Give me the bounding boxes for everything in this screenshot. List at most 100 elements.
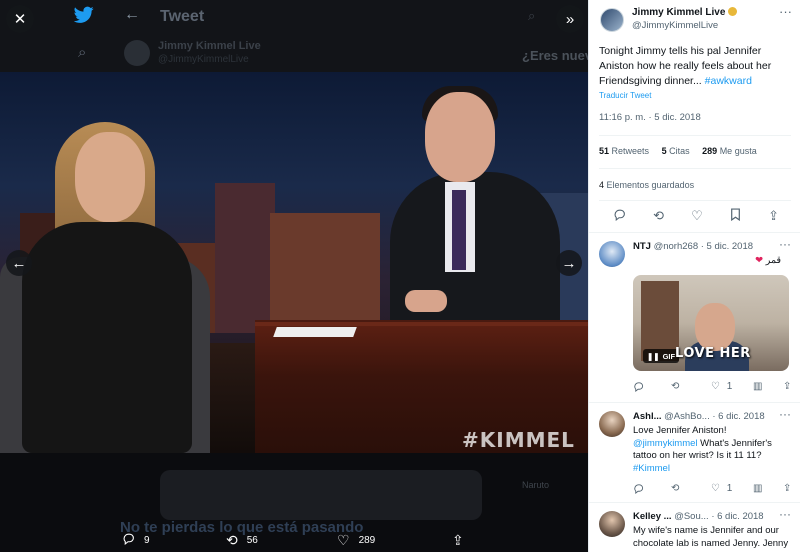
next-image-button[interactable]: → — [556, 250, 582, 276]
reply-text: Love Jennifer Aniston! @jimmykimmel What… — [633, 425, 795, 475]
background-author-name: Jimmy Kimmel Live — [158, 40, 261, 52]
reply-author-name[interactable]: NTJ — [633, 241, 651, 252]
like-button[interactable]: ♡ 1 — [711, 381, 732, 392]
reply-tweet[interactable]: Kelley ... @Sou... · 6 dic. 2018 ··· My … — [589, 502, 800, 552]
heart-icon: ♡ — [337, 531, 350, 548]
previous-image-button[interactable]: ← — [6, 250, 32, 276]
reply-avatar[interactable] — [599, 411, 625, 437]
reply-gif[interactable]: ❚❚ GIF LOVE HER — [633, 275, 789, 371]
share-icon: ⇪ — [768, 208, 779, 223]
more-options-icon[interactable]: ··· — [779, 407, 791, 421]
reply-body: قمر — [765, 255, 781, 266]
reply-date[interactable]: · 5 dic. 2018 — [701, 241, 753, 252]
reply-date[interactable]: · 6 dic. 2018 — [712, 411, 764, 422]
author-handle[interactable]: @JimmyKimmelLive — [632, 20, 718, 31]
reply-author-handle[interactable]: @norh268 — [654, 241, 699, 252]
quotes-stat[interactable]: 5 Citas — [662, 146, 690, 156]
translate-tweet-link[interactable]: Traducir Tweet — [599, 91, 651, 100]
photo-watermark: #KIMMEL — [462, 428, 575, 452]
hashtag-link[interactable]: #Kimmel — [633, 463, 670, 474]
background-trend: Naruto — [522, 480, 550, 490]
share-icon: ⇪ — [452, 531, 464, 548]
media-retweet-count: 56 — [246, 534, 258, 546]
divider — [599, 200, 791, 201]
reply-author-handle[interactable]: @Sou... — [674, 511, 708, 522]
retweet-button[interactable]: ⟲ — [671, 381, 679, 392]
chevrons-right-icon: » — [565, 10, 575, 28]
divider — [599, 168, 791, 169]
views-button[interactable]: ▥ — [753, 381, 762, 392]
share-button[interactable]: ⇪ — [768, 208, 779, 224]
reply-author-name[interactable]: Ashl... — [633, 411, 662, 422]
like-button[interactable]: ♡ 1 — [711, 483, 732, 494]
share-icon: ⇪ — [783, 483, 792, 494]
reply-header: Kelley ... @Sou... · 6 dic. 2018 — [633, 511, 764, 522]
pause-icon: ❚❚ — [647, 351, 660, 361]
tweet-timestamp[interactable]: 11:16 p. m. · 5 dic. 2018 — [599, 112, 701, 123]
more-options-icon[interactable]: ··· — [779, 237, 791, 251]
gif-badge[interactable]: ❚❚ GIF — [643, 349, 680, 363]
reply-button[interactable] — [633, 483, 644, 497]
gif-caption: LOVE HER — [675, 346, 751, 361]
retweets-stat[interactable]: 51 Retweets — [599, 146, 649, 156]
media-reply-button[interactable]: 9 — [122, 532, 150, 548]
reply-icon — [634, 484, 644, 495]
reply-like-count: 1 — [726, 381, 733, 392]
reply-date[interactable]: · 6 dic. 2018 — [711, 511, 763, 522]
reply-tweet[interactable]: NTJ @norh268 · 5 dic. 2018 ··· ❤ قمر ❚❚ … — [589, 232, 800, 402]
saved-stat[interactable]: 4 Elementos guardados — [599, 180, 694, 190]
share-button[interactable]: ⇪ — [783, 381, 791, 392]
background-search-icon: ⌕ — [528, 8, 536, 23]
red-heart-icon: ❤ — [755, 255, 764, 266]
author-name-text: Jimmy Kimmel Live — [632, 7, 726, 18]
bookmark-icon — [731, 208, 740, 222]
background-page-title: Tweet — [160, 8, 205, 25]
reply-text: ❤ قمر — [633, 255, 795, 268]
toggle-details-button[interactable]: » — [556, 5, 584, 33]
bookmark-button[interactable] — [730, 208, 741, 224]
bar-chart-icon: ▥ — [753, 483, 763, 494]
verified-badge-icon — [728, 7, 738, 16]
like-button[interactable]: ♡ — [691, 208, 703, 224]
reply-body: Love Jennifer Aniston! — [633, 425, 727, 436]
close-button[interactable]: ✕ — [6, 5, 34, 33]
tweet-hashtag-link[interactable]: #awkward — [705, 75, 752, 87]
reply-button[interactable] — [613, 208, 626, 224]
background-timeline-header: ← Tweet ⌕ ⌕ Jimmy Kimmel Live @JimmyKimm… — [0, 0, 588, 72]
author-name[interactable]: Jimmy Kimmel Live — [632, 7, 738, 18]
bar-chart-icon: ▥ — [753, 381, 763, 392]
search-icon: ⌕ — [78, 44, 87, 61]
background-avatar — [124, 40, 150, 66]
reply-header: NTJ @norh268 · 5 dic. 2018 — [633, 241, 753, 252]
retweet-button[interactable]: ⟲ — [671, 483, 679, 494]
arrow-right-icon: → — [561, 254, 577, 272]
share-button[interactable]: ⇪ — [783, 483, 791, 494]
retweet-icon: ⟲ — [226, 531, 238, 548]
reply-avatar[interactable] — [599, 511, 625, 537]
share-icon: ⇪ — [783, 381, 792, 392]
media-viewer: ← Tweet ⌕ ⌕ Jimmy Kimmel Live @JimmyKimm… — [0, 0, 588, 552]
media-like-button[interactable]: ♡ 289 — [337, 532, 375, 549]
retweet-button[interactable]: ⟲ — [653, 208, 664, 224]
tweet-text: Tonight Jimmy tells his pal Jennifer Ani… — [599, 44, 795, 89]
views-button[interactable]: ▥ — [753, 483, 762, 494]
more-options-icon[interactable]: ··· — [779, 4, 792, 19]
reply-author-name[interactable]: Kelley ... — [633, 511, 672, 522]
arrow-left-icon: ← — [11, 254, 27, 272]
divider — [599, 135, 791, 136]
media-share-button[interactable]: ⇪ — [452, 532, 473, 549]
reply-author-handle[interactable]: @AshBo... — [664, 411, 710, 422]
more-options-icon[interactable]: ··· — [779, 507, 791, 521]
reply-avatar[interactable] — [599, 241, 625, 267]
tweet-action-row: ⟲ ♡ ⇪ — [599, 208, 791, 224]
media-retweet-button[interactable]: ⟲ 56 — [226, 532, 258, 549]
media-reply-count: 9 — [144, 534, 150, 546]
mention-link[interactable]: @jimmykimmel — [633, 438, 698, 449]
likes-stat[interactable]: 289 Me gusta — [702, 146, 757, 156]
author-avatar[interactable] — [600, 8, 624, 32]
reply-button[interactable] — [633, 381, 644, 395]
retweet-icon: ⟲ — [653, 208, 665, 223]
media-action-bar: 9 ⟲ 56 ♡ 289 ⇪ — [0, 528, 588, 552]
reply-tweet[interactable]: Ashl... @AshBo... · 6 dic. 2018 ··· Love… — [589, 402, 800, 502]
tweet-details-pane: Jimmy Kimmel Live @JimmyKimmelLive ··· T… — [588, 0, 800, 552]
